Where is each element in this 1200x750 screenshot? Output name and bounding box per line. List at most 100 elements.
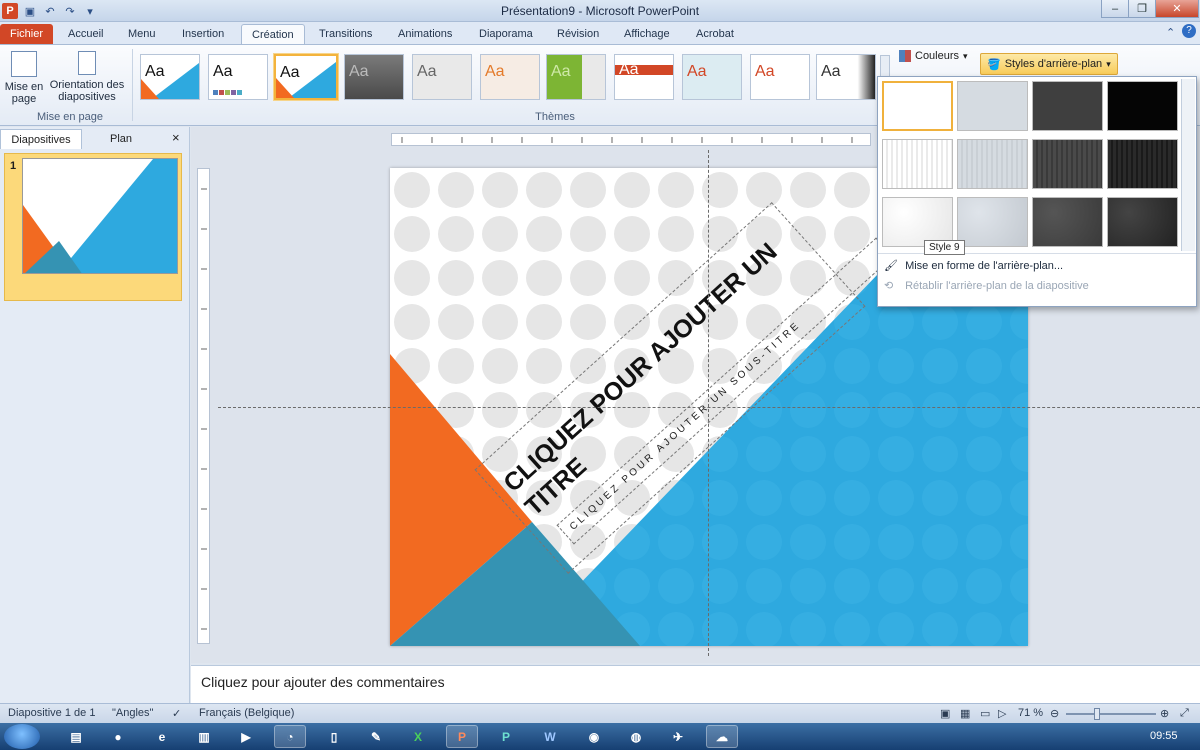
- theme-thumbnail-angles[interactable]: Aa: [274, 54, 338, 100]
- tab-animations[interactable]: Animations: [388, 24, 462, 44]
- background-style-8[interactable]: [1107, 139, 1178, 189]
- theme-thumbnail-10[interactable]: Aa: [750, 54, 810, 100]
- normal-view-icon[interactable]: ▣: [940, 707, 950, 720]
- background-styles-button[interactable]: 🪣 Styles d'arrière-plan ▾: [980, 53, 1118, 75]
- zoom-slider[interactable]: [1066, 713, 1156, 715]
- tab-plan[interactable]: Plan: [86, 129, 156, 149]
- notes-placeholder[interactable]: Cliquez pour ajouter des commentaires: [201, 674, 445, 690]
- minimize-icon[interactable]: –: [1101, 0, 1129, 18]
- group-separator: [132, 49, 133, 121]
- colors-button[interactable]: Couleurs ▾: [899, 50, 968, 62]
- tab-creation[interactable]: Création: [241, 24, 305, 44]
- app-icon-open[interactable]: ◔: [274, 725, 306, 748]
- excel-icon[interactable]: X: [402, 725, 434, 748]
- horizontal-guide[interactable]: [218, 407, 1200, 408]
- maximize-icon[interactable]: ❐: [1128, 0, 1156, 18]
- orientation-button[interactable]: Orientation des diapositives: [46, 51, 128, 103]
- tooltip: Style 9: [924, 240, 965, 255]
- app-icon-3[interactable]: ✈: [662, 725, 694, 748]
- vertical-guide[interactable]: [708, 150, 709, 656]
- theme-thumbnail-8[interactable]: Aa: [614, 54, 674, 100]
- background-style-6[interactable]: [957, 139, 1028, 189]
- background-style-12[interactable]: [1107, 197, 1178, 247]
- theme-thumbnail-9[interactable]: Aa: [682, 54, 742, 100]
- powerpoint-taskbar-icon[interactable]: P: [446, 725, 478, 748]
- reading-view-icon[interactable]: ▭: [980, 707, 990, 720]
- background-style-2[interactable]: [957, 81, 1028, 131]
- theme-thumbnail-4[interactable]: Aa: [344, 54, 404, 100]
- ribbon-tabs: Fichier Accueil Menu Insertion Création …: [0, 22, 1200, 44]
- page-setup-icon: [11, 51, 37, 77]
- slideshow-icon[interactable]: ▷: [998, 707, 1006, 720]
- background-style-4[interactable]: [1107, 81, 1178, 131]
- zoom-level[interactable]: 71 %: [1018, 707, 1043, 719]
- theme-thumbnail-1[interactable]: Aa: [140, 54, 200, 100]
- tab-transitions[interactable]: Transitions: [309, 24, 382, 44]
- slide-thumbnail-selected[interactable]: 1: [4, 153, 182, 301]
- zoom-in-icon[interactable]: ⊕: [1160, 707, 1169, 720]
- zoom-slider-handle[interactable]: [1094, 708, 1100, 720]
- background-style-3[interactable]: [1032, 81, 1103, 131]
- chevron-down-icon: ▾: [963, 50, 968, 61]
- tab-menu[interactable]: Menu: [118, 24, 166, 44]
- title-bar: P ▣ ↶ ↷ ▾ Présentation9 - Microsoft Powe…: [0, 0, 1200, 22]
- clock[interactable]: 09:55: [1150, 730, 1178, 742]
- app-icon-2[interactable]: ◉: [578, 725, 610, 748]
- page-setup-button[interactable]: Mise en page: [4, 51, 44, 105]
- explorer-icon[interactable]: ▤: [60, 725, 92, 748]
- language[interactable]: Français (Belgique): [199, 707, 294, 719]
- chrome-icon[interactable]: ◍: [620, 725, 652, 748]
- background-style-1[interactable]: [882, 81, 953, 131]
- slide-sorter-icon[interactable]: ▦: [960, 707, 970, 720]
- background-style-11[interactable]: [1032, 197, 1103, 247]
- chevron-down-icon: ▾: [1106, 58, 1111, 69]
- reset-background-item[interactable]: ⟲ Rétablir l'arrière-plan de la diaposit…: [884, 279, 1089, 292]
- background-style-5[interactable]: [882, 139, 953, 189]
- theme-thumbnail-2[interactable]: Aa: [208, 54, 268, 100]
- spellcheck-icon[interactable]: ✓: [172, 707, 181, 720]
- format-background-item[interactable]: 🖌 Mise en forme de l'arrière-plan...: [884, 259, 1063, 272]
- close-pane-icon[interactable]: ×: [172, 130, 180, 145]
- orientation-icon: [78, 51, 96, 75]
- notes-pane[interactable]: Cliquez pour ajouter des commentaires: [191, 665, 1200, 703]
- tab-affichage[interactable]: Affichage: [614, 24, 680, 44]
- zoom-out-icon[interactable]: ⊖: [1050, 707, 1059, 720]
- theme-thumbnail-6[interactable]: Aa: [480, 54, 540, 100]
- ruler-ticks: [201, 188, 207, 630]
- taskbar: ▤ ● e ▥ ▶ ◔ ▯ ✎ X P P W ◉ ◍ ✈ ☁ 09:55: [0, 723, 1200, 750]
- minimize-ribbon-icon[interactable]: ⌃: [1166, 26, 1175, 39]
- background-style-7[interactable]: [1032, 139, 1103, 189]
- word-icon[interactable]: W: [534, 725, 566, 748]
- theme-thumbnail-7[interactable]: Aa: [546, 54, 606, 100]
- tab-diaporama[interactable]: Diaporama: [469, 24, 543, 44]
- vertical-ruler: [197, 168, 210, 644]
- app-icon[interactable]: ▥: [188, 725, 220, 748]
- tab-acrobat[interactable]: Acrobat: [686, 24, 744, 44]
- publisher-icon[interactable]: P: [490, 725, 522, 748]
- close-icon[interactable]: ✕: [1155, 0, 1199, 18]
- slide-number: 1: [10, 160, 17, 172]
- paint-icon[interactable]: ✎: [360, 725, 392, 748]
- ruler-ticks: [401, 137, 853, 143]
- firefox-icon[interactable]: ●: [102, 725, 134, 748]
- ie-icon[interactable]: e: [146, 725, 178, 748]
- help-icon[interactable]: ?: [1182, 24, 1196, 38]
- tab-fichier[interactable]: Fichier: [0, 24, 54, 44]
- notes-icon[interactable]: ▯: [318, 725, 350, 748]
- theme-thumbnail-11[interactable]: Aa: [816, 54, 876, 100]
- slide-thumbnail[interactable]: [22, 158, 178, 274]
- tab-diapositives[interactable]: Diapositives: [0, 129, 82, 149]
- background-style-10[interactable]: [957, 197, 1028, 247]
- tab-accueil[interactable]: Accueil: [58, 24, 113, 44]
- colors-icon: [899, 50, 911, 62]
- fit-to-window-icon[interactable]: ⤢: [1180, 707, 1189, 720]
- media-icon[interactable]: ▶: [230, 725, 262, 748]
- app-icon-4[interactable]: ☁: [706, 725, 738, 748]
- group-label-themes: Thèmes: [535, 111, 575, 123]
- tab-revision[interactable]: Révision: [547, 24, 609, 44]
- tab-insertion[interactable]: Insertion: [172, 24, 234, 44]
- gallery-scrollbar[interactable]: [1181, 79, 1195, 251]
- theme-thumbnail-5[interactable]: Aa: [412, 54, 472, 100]
- slide-thumbnail-graphic: [23, 159, 177, 273]
- start-button[interactable]: [4, 724, 40, 749]
